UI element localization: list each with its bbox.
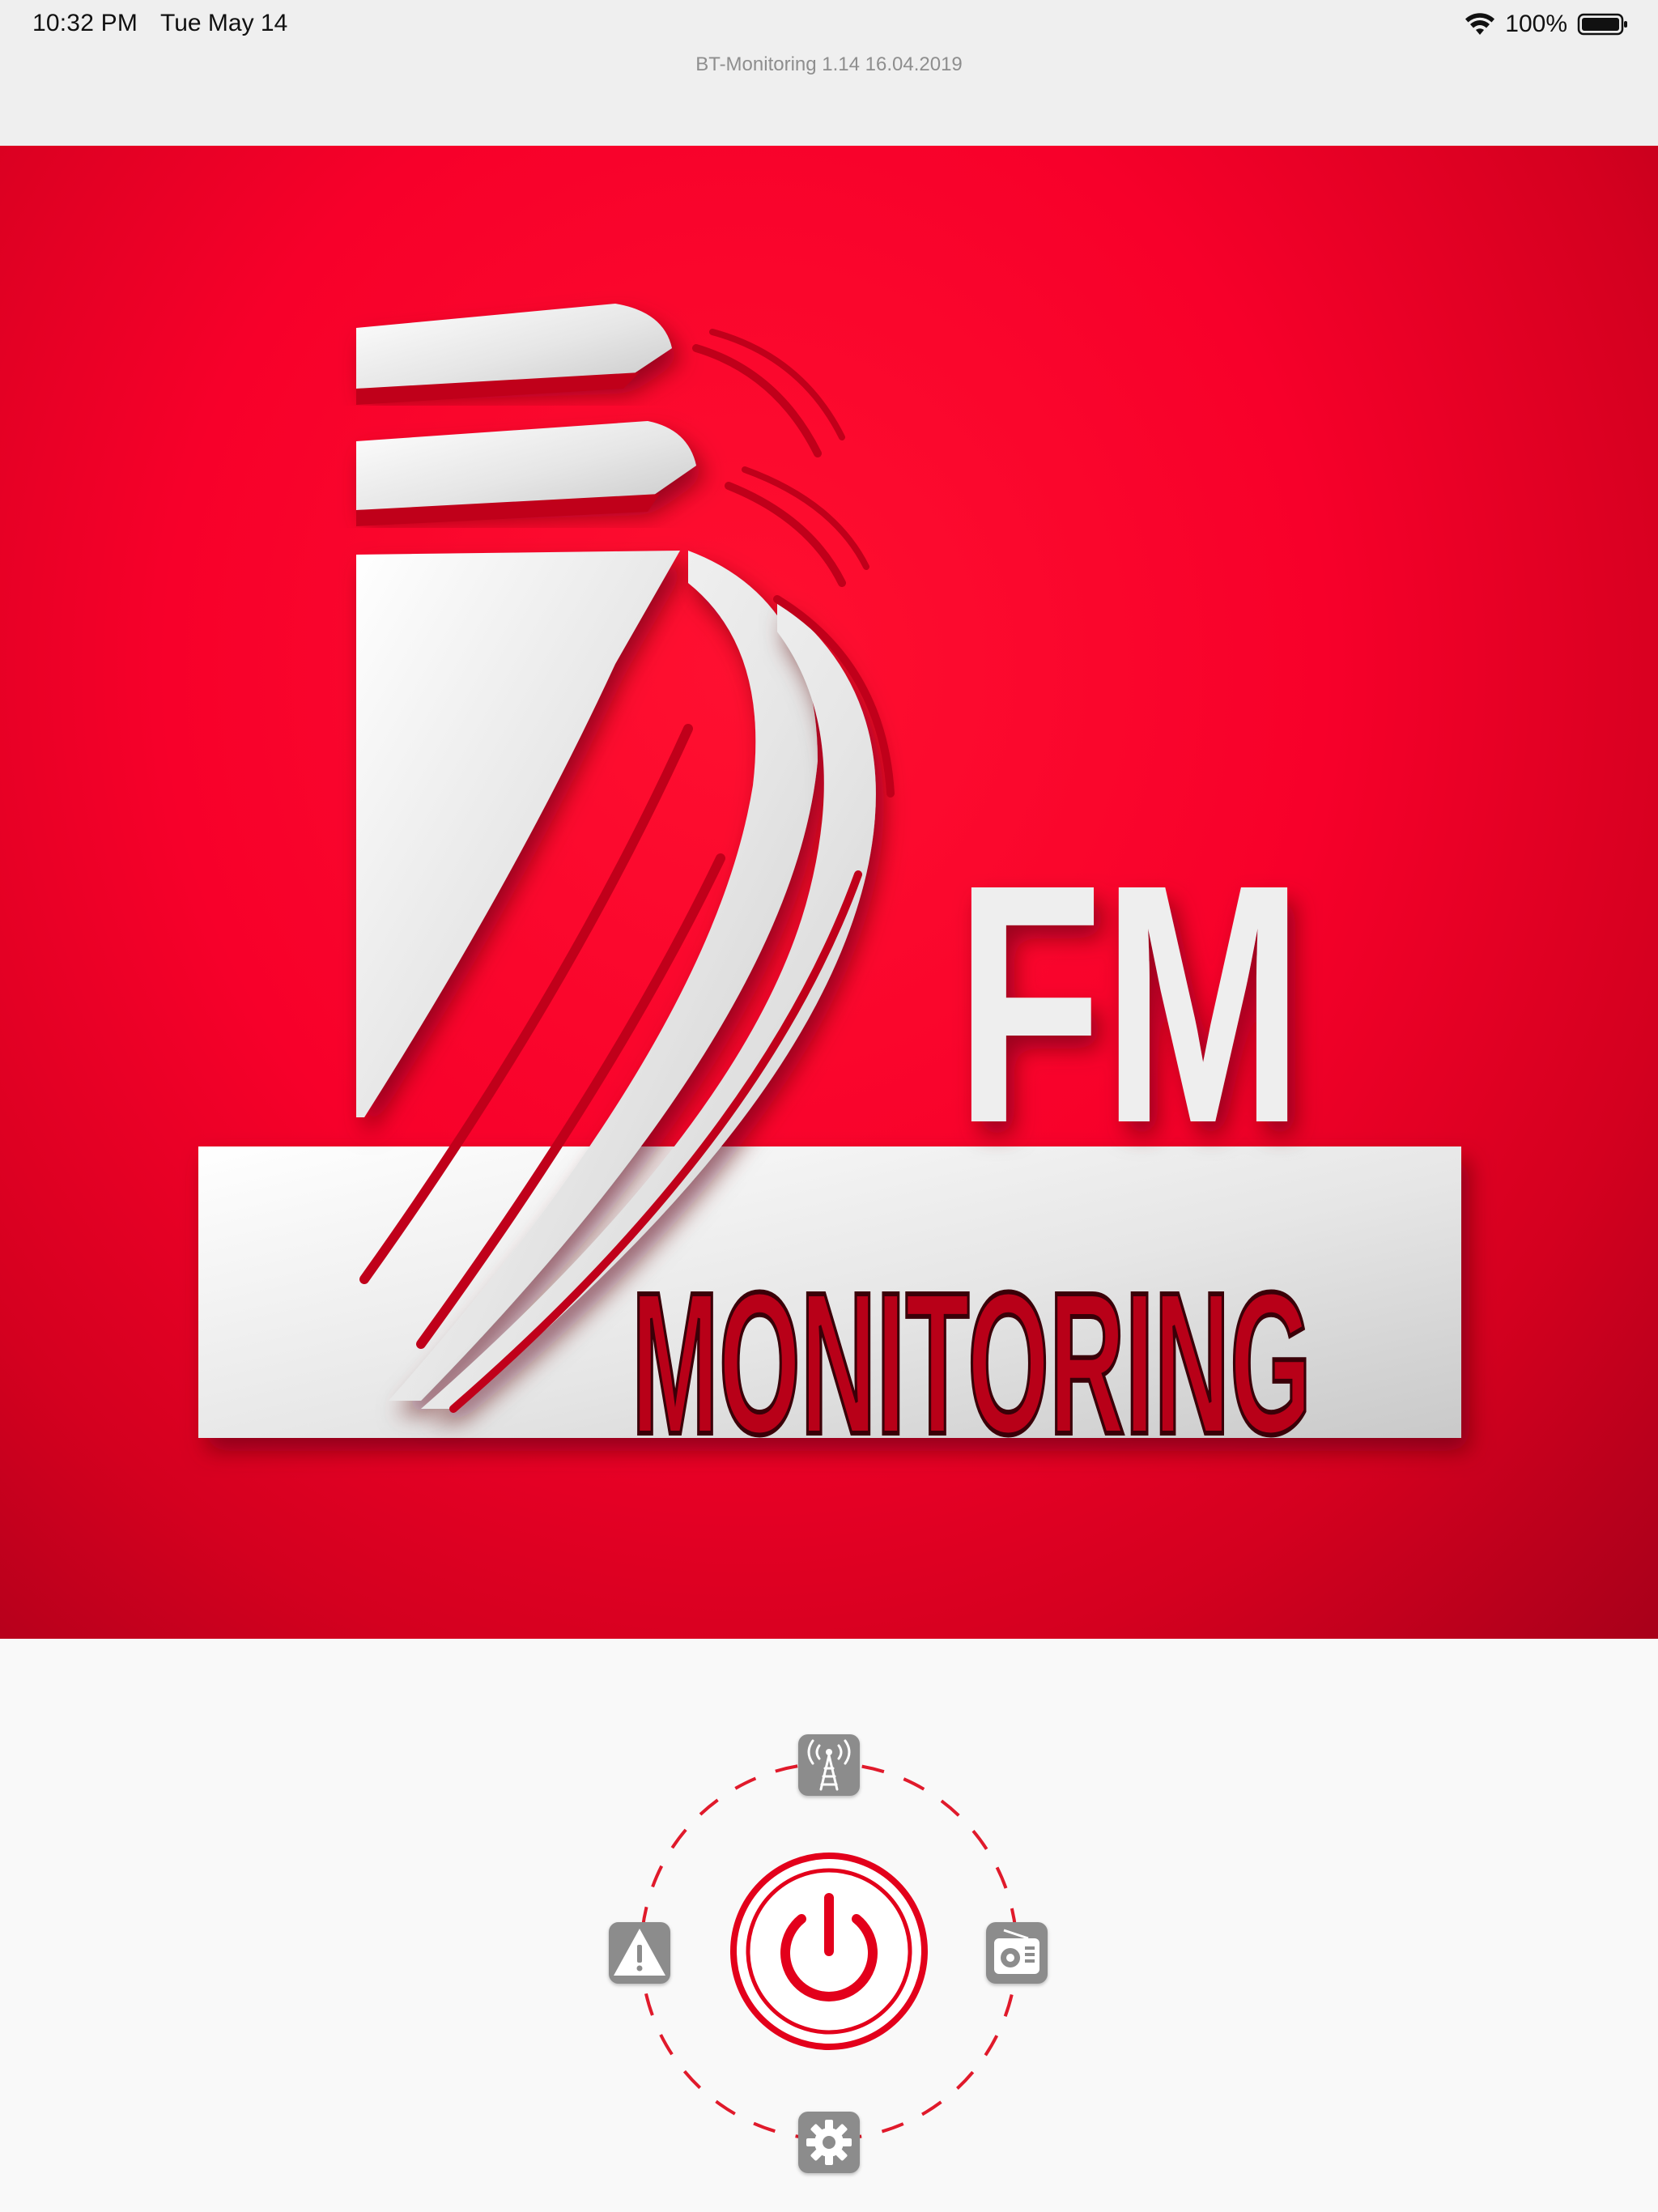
control-panel [0, 1639, 1658, 2212]
logo-fm-text: FM [955, 815, 1303, 1194]
logo-banner: FM MONITORING [0, 146, 1658, 1639]
radio-icon [994, 1929, 1039, 1974]
power-button[interactable] [729, 1851, 929, 2052]
fm-monitoring-logo: FM MONITORING [198, 304, 1461, 1478]
app-version-title: BT-Monitoring 1.14 16.04.2019 [695, 53, 963, 75]
battery-icon [1577, 12, 1629, 36]
status-indicators: 100% [1465, 8, 1629, 40]
antenna-tower-icon [807, 1739, 851, 1791]
warning-button[interactable] [609, 1922, 670, 1984]
status-time: 10:32 PM [32, 10, 138, 36]
logo-monitoring-text: MONITORING [631, 1250, 1312, 1476]
radio-button[interactable] [986, 1922, 1048, 1984]
gear-icon [806, 2120, 852, 2165]
status-bar: 10:32 PM Tue May 14 100% BT-Monitoring 1… [0, 0, 1658, 146]
wifi-icon [1465, 12, 1495, 36]
antenna-tower-button[interactable] [798, 1734, 860, 1796]
power-icon [730, 1853, 928, 2050]
settings-button[interactable] [798, 2112, 860, 2173]
battery-percentage: 100% [1505, 11, 1567, 37]
status-date: Tue May 14 [160, 10, 288, 36]
warning-icon [614, 1929, 665, 1976]
